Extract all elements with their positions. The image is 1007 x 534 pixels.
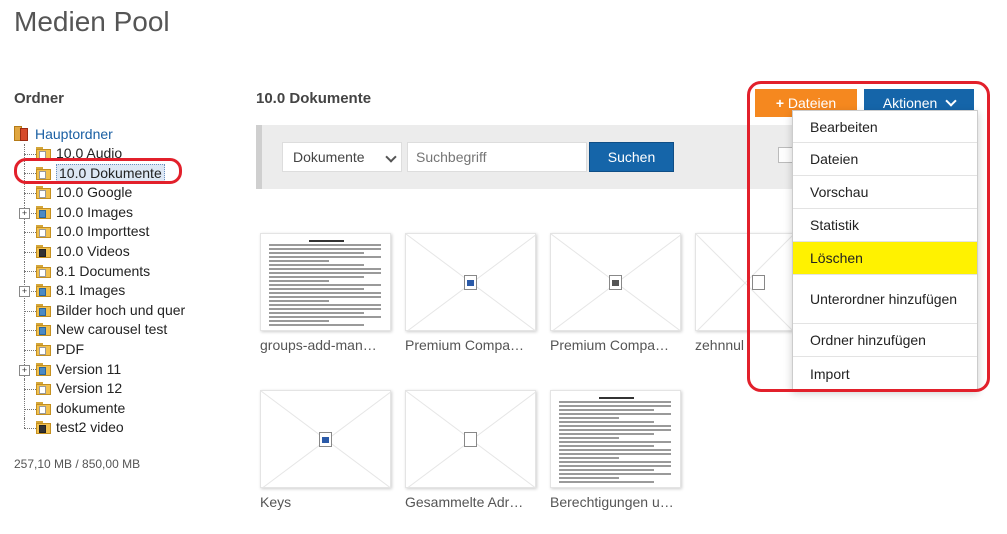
tree-node-label: 10.0 Videos — [56, 242, 130, 259]
tree-line — [24, 408, 36, 410]
tree-node-label: 10.0 Importtest — [56, 223, 150, 240]
sidebar-title: Ordner — [14, 90, 65, 107]
generic-file-icon — [464, 432, 477, 447]
tree-line — [24, 349, 36, 351]
folder-video-icon — [36, 244, 51, 258]
search-button[interactable]: Suchen — [589, 142, 674, 172]
tree-node[interactable]: New carousel test — [14, 320, 234, 340]
tree-node[interactable]: Version 12 — [14, 379, 234, 399]
tree-node-label: Bilder hoch und quer — [56, 301, 186, 318]
folder-doc-icon — [36, 264, 51, 278]
tree-node-label: New carousel test — [56, 321, 168, 338]
folder-doc-icon — [36, 401, 51, 415]
tree-node[interactable]: + Version 11 — [14, 359, 234, 380]
document-preview-icon — [269, 240, 384, 326]
file-thumbnail[interactable] — [260, 233, 391, 331]
folder-image-icon — [36, 323, 51, 337]
folder-filter-select[interactable]: Dokumente — [282, 142, 402, 172]
tree-node-label: test2 video — [56, 419, 124, 436]
tree-node[interactable]: dokumente — [14, 398, 234, 419]
tree-node[interactable]: PDF — [14, 339, 234, 360]
tree-node[interactable]: +8.1 Images — [14, 281, 234, 301]
file-thumbnail[interactable] — [550, 233, 681, 331]
chevron-down-icon — [385, 151, 397, 163]
document-preview-icon — [559, 397, 674, 483]
tree-node-label: 10.0 Images — [56, 203, 134, 220]
tree-node-label: Version 12 — [56, 380, 123, 397]
folder-image-icon — [36, 205, 51, 219]
file-thumbnail[interactable] — [260, 390, 391, 488]
tree-root-hauptordner[interactable]: Hauptordner — [14, 124, 234, 144]
tree-line — [24, 153, 36, 155]
search-input[interactable] — [407, 142, 587, 172]
tree-root-label: Hauptordner — [35, 126, 113, 142]
tree-line — [24, 428, 36, 430]
file-thumbnail[interactable] — [405, 233, 536, 331]
word-file-icon — [464, 275, 477, 290]
tree-node-label: dokumente — [56, 399, 126, 416]
tree-node-label: 8.1 Images — [56, 282, 126, 299]
tree-line — [24, 232, 36, 234]
tree-node[interactable]: 10.0 Google — [14, 183, 234, 203]
tree-line — [24, 251, 36, 253]
folder-doc-icon — [36, 342, 51, 356]
tree-node[interactable]: 10.0 Importtest — [14, 222, 234, 242]
tree-line — [24, 418, 25, 429]
annotation-highlight-actions-menu — [747, 81, 990, 392]
file-thumbnail[interactable] — [405, 390, 536, 488]
tree-node[interactable]: Bilder hoch und quer — [14, 300, 234, 321]
tree-node-label: 10.0 Google — [56, 184, 133, 201]
file-label[interactable]: Berechtigungen u… — [550, 494, 682, 510]
tree-line — [24, 192, 36, 194]
tree-node[interactable]: 8.1 Documents — [14, 261, 234, 282]
tree-node[interactable]: +10.0 Images — [14, 202, 234, 223]
expand-icon[interactable]: + — [19, 207, 30, 219]
tree-node[interactable]: test2 video — [14, 418, 234, 438]
tree-line — [24, 388, 36, 390]
tree-node-label: Version 11 — [56, 360, 122, 377]
tree-line — [24, 271, 36, 273]
annotation-highlight-selected-folder — [14, 158, 182, 184]
tree-line — [24, 310, 36, 312]
tree-node[interactable]: 10.0 Videos — [14, 241, 234, 262]
folder-filter-value: Dokumente — [293, 149, 365, 165]
expand-icon[interactable]: + — [19, 364, 30, 376]
folder-image-icon — [36, 362, 51, 376]
word-file-icon — [319, 432, 332, 447]
folder-doc-icon — [36, 186, 51, 200]
root-folder-icon — [14, 126, 30, 141]
page-title: Medien Pool — [14, 6, 170, 37]
file-label[interactable]: zehnnul — [695, 337, 747, 353]
folder-doc-icon — [36, 225, 51, 239]
search-toolbar: Dokumente Suchen — [256, 125, 802, 189]
tree-node-label: 8.1 Documents — [56, 262, 151, 279]
folder-image-icon — [36, 284, 51, 298]
file-thumbnail[interactable] — [550, 390, 681, 488]
folder-image-icon — [36, 303, 51, 317]
file-label[interactable]: groups-add-man… — [260, 337, 392, 353]
tree-line — [24, 330, 36, 332]
file-label[interactable]: Premium Compa… — [550, 337, 682, 353]
expand-icon[interactable]: + — [19, 286, 30, 298]
tree-node-label: PDF — [56, 340, 84, 357]
section-title: 10.0 Dokumente — [256, 90, 372, 107]
file-label[interactable]: Premium Compa… — [405, 337, 537, 353]
file-label[interactable]: Keys — [260, 494, 392, 510]
storage-usage: 257,10 MB / 850,00 MB — [14, 457, 141, 471]
folder-video-icon — [36, 421, 51, 435]
ppt-file-icon — [609, 275, 622, 290]
file-label[interactable]: Gesammelte Adr… — [405, 494, 537, 510]
folder-doc-icon — [36, 382, 51, 396]
